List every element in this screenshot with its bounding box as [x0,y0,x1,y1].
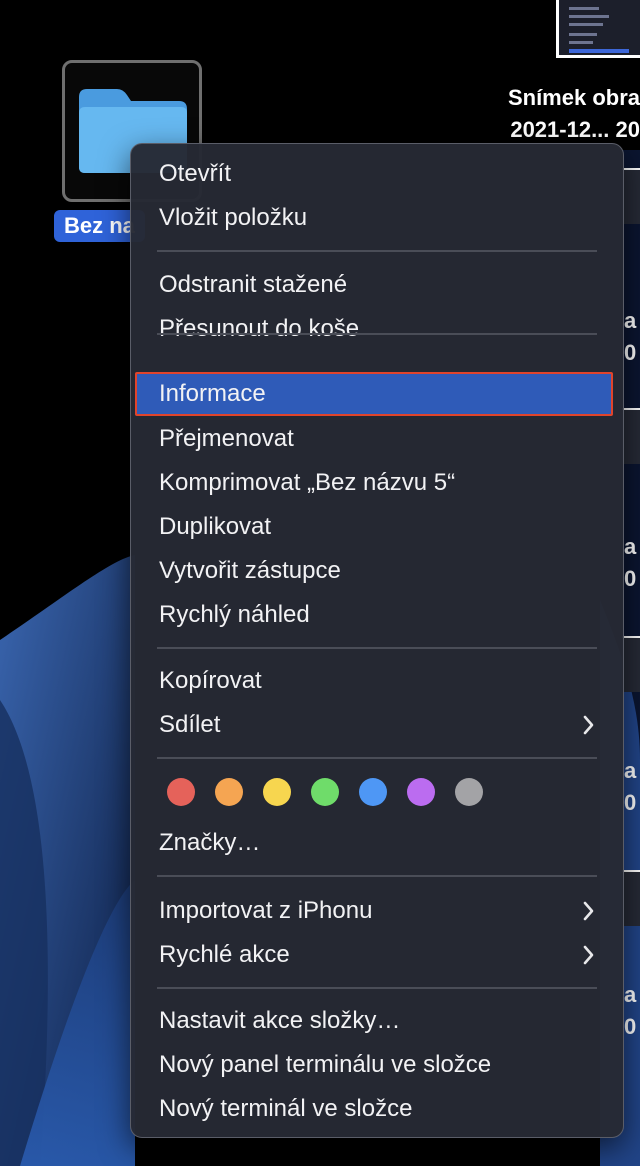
side-file-thumbnail[interactable] [622,408,640,464]
tag-blue[interactable] [359,778,387,806]
thumbnail-line [569,15,609,18]
menu-item-quick-actions-label: Rychlé akce [159,941,290,968]
side-file-label: 0 [624,566,637,591]
menu-separator [157,757,597,759]
thumbnail-line [569,7,599,10]
side-file-label: a [624,758,637,783]
side-file-label: 0 [624,340,637,365]
chevron-right-icon [583,715,594,735]
chevron-right-icon [583,901,594,921]
side-file-thumbnail[interactable] [622,870,640,926]
tag-gray[interactable] [455,778,483,806]
thumbnail-highlight [569,49,629,53]
menu-item-quick-actions[interactable]: Rychlé akce [135,933,613,977]
chevron-right-icon [583,945,594,965]
side-file-label: 0 [624,1014,637,1039]
menu-separator [157,333,597,335]
menu-item-make-alias[interactable]: Vytvořit zástupce [135,549,613,593]
side-file-label: 0 [624,790,637,815]
menu-item-duplicate[interactable]: Duplikovat [135,505,613,549]
menu-item-import-from-iphone[interactable]: Importovat z iPhonu [135,889,613,933]
menu-separator [157,987,597,989]
tag-yellow[interactable] [263,778,291,806]
side-file-thumbnail[interactable] [622,636,640,692]
menu-item-remove-download[interactable]: Odstranit stažené [135,263,613,307]
menu-separator [157,250,597,252]
menu-separator [157,875,597,877]
menu-separator [157,647,597,649]
tag-green[interactable] [311,778,339,806]
menu-item-share-label: Sdílet [159,711,221,738]
menu-item-paste-item[interactable]: Vložit položku [135,196,613,240]
menu-item-move-to-trash[interactable]: Přesunout do koše [135,307,613,351]
menu-item-compress[interactable]: Komprimovat „Bez názvu 5“ [135,461,613,505]
side-file-label: a [624,534,637,559]
menu-item-import-from-iphone-label: Importovat z iPhonu [159,897,373,924]
thumbnail-line [569,41,593,44]
side-file-thumbnail[interactable] [622,168,640,224]
menu-item-quick-look[interactable]: Rychlý náhled [135,593,613,637]
menu-item-share[interactable]: Sdílet [135,703,613,747]
menu-item-new-terminal[interactable]: Nový terminál ve složce [135,1087,613,1131]
menu-item-copy[interactable]: Kopírovat [135,659,613,703]
thumbnail-line [569,33,597,36]
side-file-label: a [624,308,637,333]
context-menu: Otevřít Vložit položku Odstranit stažené… [130,143,624,1138]
menu-item-new-terminal-tab[interactable]: Nový panel terminálu ve složce [135,1043,613,1087]
screenshot-file-thumbnail[interactable] [556,0,640,58]
thumbnail-line [569,23,603,26]
tag-orange[interactable] [215,778,243,806]
tag-purple[interactable] [407,778,435,806]
screenshot-file-label-line2: 2021-12... 20 [510,117,640,142]
screenshot-file-label-line1: Snímek obra [507,85,640,110]
menu-item-get-info[interactable]: Informace [135,372,613,416]
menu-item-folder-actions[interactable]: Nastavit akce složky… [135,999,613,1043]
menu-item-open[interactable]: Otevřít [135,152,613,196]
side-file-label: a [624,982,637,1007]
tag-red[interactable] [167,778,195,806]
menu-item-tags[interactable]: Značky… [135,821,613,865]
menu-item-rename[interactable]: Přejmenovat [135,417,613,461]
